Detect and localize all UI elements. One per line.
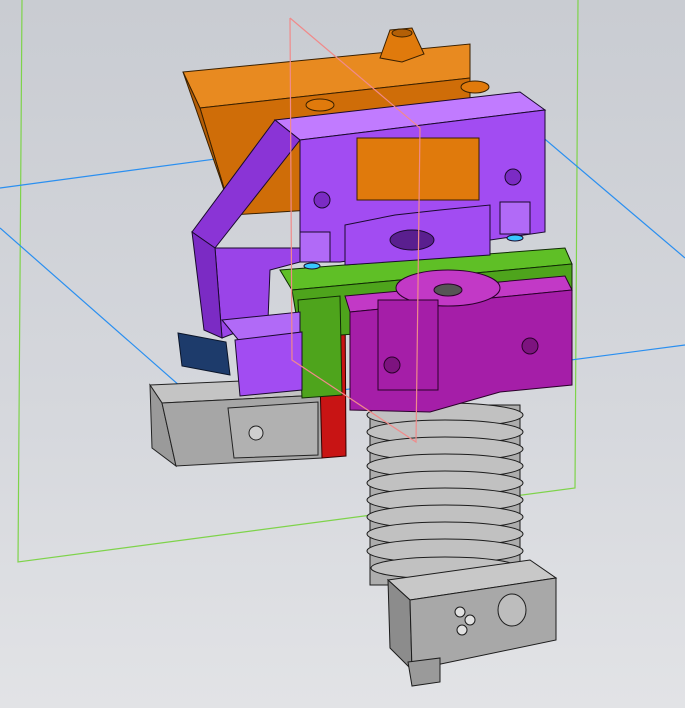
cad-3d-viewport[interactable]: [0, 0, 685, 708]
heater-block[interactable]: [386, 559, 558, 687]
gray-mount-block[interactable]: [149, 377, 323, 468]
heatsink[interactable]: [366, 402, 524, 586]
navy-tab[interactable]: [177, 332, 231, 376]
model-scene[interactable]: [0, 0, 685, 708]
